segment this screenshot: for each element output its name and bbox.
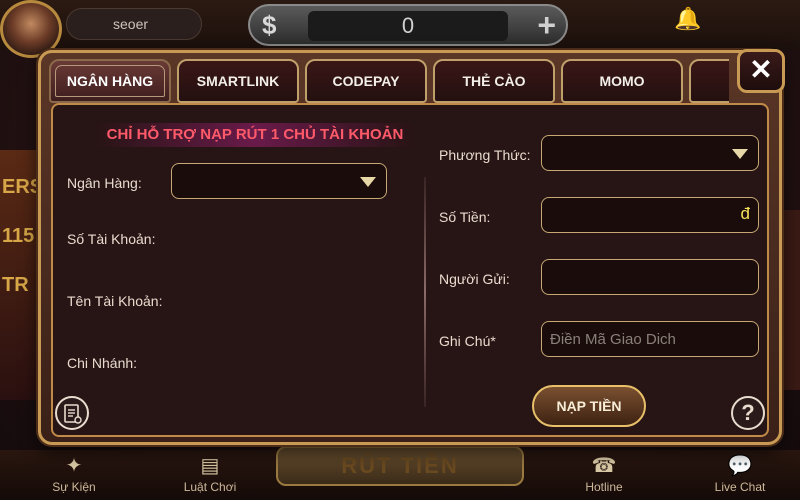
bank-select[interactable]	[171, 163, 387, 199]
bank-select-value[interactable]	[172, 164, 386, 198]
close-button[interactable]: ✕	[737, 49, 785, 93]
document-icon	[64, 404, 82, 424]
payment-tabs: NGÂN HÀNG SMARTLINK CODEPAY THẺ CÀO MOMO	[49, 59, 729, 105]
deposit-modal: NGÂN HÀNG SMARTLINK CODEPAY THẺ CÀO MOMO…	[38, 49, 785, 445]
nav-label: Sự Kiện	[52, 480, 96, 494]
deposit-submit-button[interactable]: NẠP TIỀN	[532, 385, 646, 427]
dollar-icon: $	[262, 10, 277, 40]
nav-label: Live Chat	[714, 480, 766, 494]
note-field[interactable]	[541, 321, 759, 357]
username-display: seoer	[66, 8, 202, 40]
add-balance-icon[interactable]: +	[537, 7, 556, 44]
nav-hotline[interactable]: ☎ Hotline	[564, 452, 644, 498]
phone-icon: ☎	[591, 455, 617, 477]
chat-icon: 💬	[727, 455, 753, 477]
nav-luat-choi[interactable]: ▤ Luật Chơi	[170, 452, 250, 498]
notice-banner: CHỈ HỖ TRỢ NẠP RÚT 1 CHỦ TÀI KHOẢN	[95, 123, 415, 147]
chevron-down-icon	[360, 177, 376, 187]
sender-label: Người Gửi:	[439, 271, 510, 287]
sender-field[interactable]	[541, 259, 759, 295]
side-banner: ERS 115 TR	[0, 150, 44, 400]
close-icon: ✕	[749, 54, 773, 85]
tab-codepay[interactable]: CODEPAY	[305, 59, 427, 103]
tab-ngan-hang[interactable]: NGÂN HÀNG	[49, 59, 171, 103]
tab-the-cao[interactable]: THẺ CÀO	[433, 59, 555, 103]
chevron-down-icon	[732, 149, 748, 159]
bank-label: Ngân Hàng:	[67, 175, 142, 191]
party-icon: ✦	[65, 455, 83, 477]
amount-label: Số Tiền:	[439, 209, 491, 225]
help-icon[interactable]: ?	[731, 396, 765, 430]
sender-input[interactable]	[542, 260, 758, 294]
note-label: Ghi Chú*	[439, 333, 496, 349]
account-name-label: Tên Tài Khoản:	[67, 293, 163, 309]
nav-su-kien[interactable]: ✦ Sự Kiện	[34, 452, 114, 498]
nav-label: Luật Chơi	[183, 480, 237, 494]
balance-amount: 0	[308, 11, 508, 41]
rules-icon: ▤	[200, 455, 220, 477]
branch-label: Chi Nhánh:	[67, 355, 138, 371]
method-label: Phương Thức:	[439, 147, 531, 163]
nav-label: Hotline	[585, 480, 623, 494]
side-banner-text: 115	[2, 225, 35, 247]
withdraw-button[interactable]: RÚT TIỀN	[276, 446, 524, 486]
tab-more[interactable]	[689, 59, 729, 103]
tab-smartlink[interactable]: SMARTLINK	[177, 59, 299, 103]
column-divider	[424, 177, 426, 407]
nav-live-chat[interactable]: 💬 Live Chat	[700, 452, 780, 498]
side-banner-text: TR	[2, 274, 29, 296]
amount-input[interactable]	[542, 198, 758, 232]
account-number-label: Số Tài Khoản:	[67, 231, 156, 247]
bell-icon[interactable]: 🔔	[672, 6, 704, 36]
method-select-value[interactable]	[542, 136, 758, 170]
method-select[interactable]	[541, 135, 759, 171]
amount-field[interactable]: đ	[541, 197, 759, 233]
note-input[interactable]	[542, 322, 758, 356]
currency-symbol: đ	[740, 204, 750, 223]
balance-box: $ 0 +	[248, 4, 568, 46]
side-banner-text: ERS	[2, 176, 44, 198]
history-icon[interactable]	[55, 396, 89, 430]
tab-momo[interactable]: MOMO	[561, 59, 683, 103]
deposit-form: CHỈ HỖ TRỢ NẠP RÚT 1 CHỦ TÀI KHOẢN Ngân …	[51, 103, 769, 437]
